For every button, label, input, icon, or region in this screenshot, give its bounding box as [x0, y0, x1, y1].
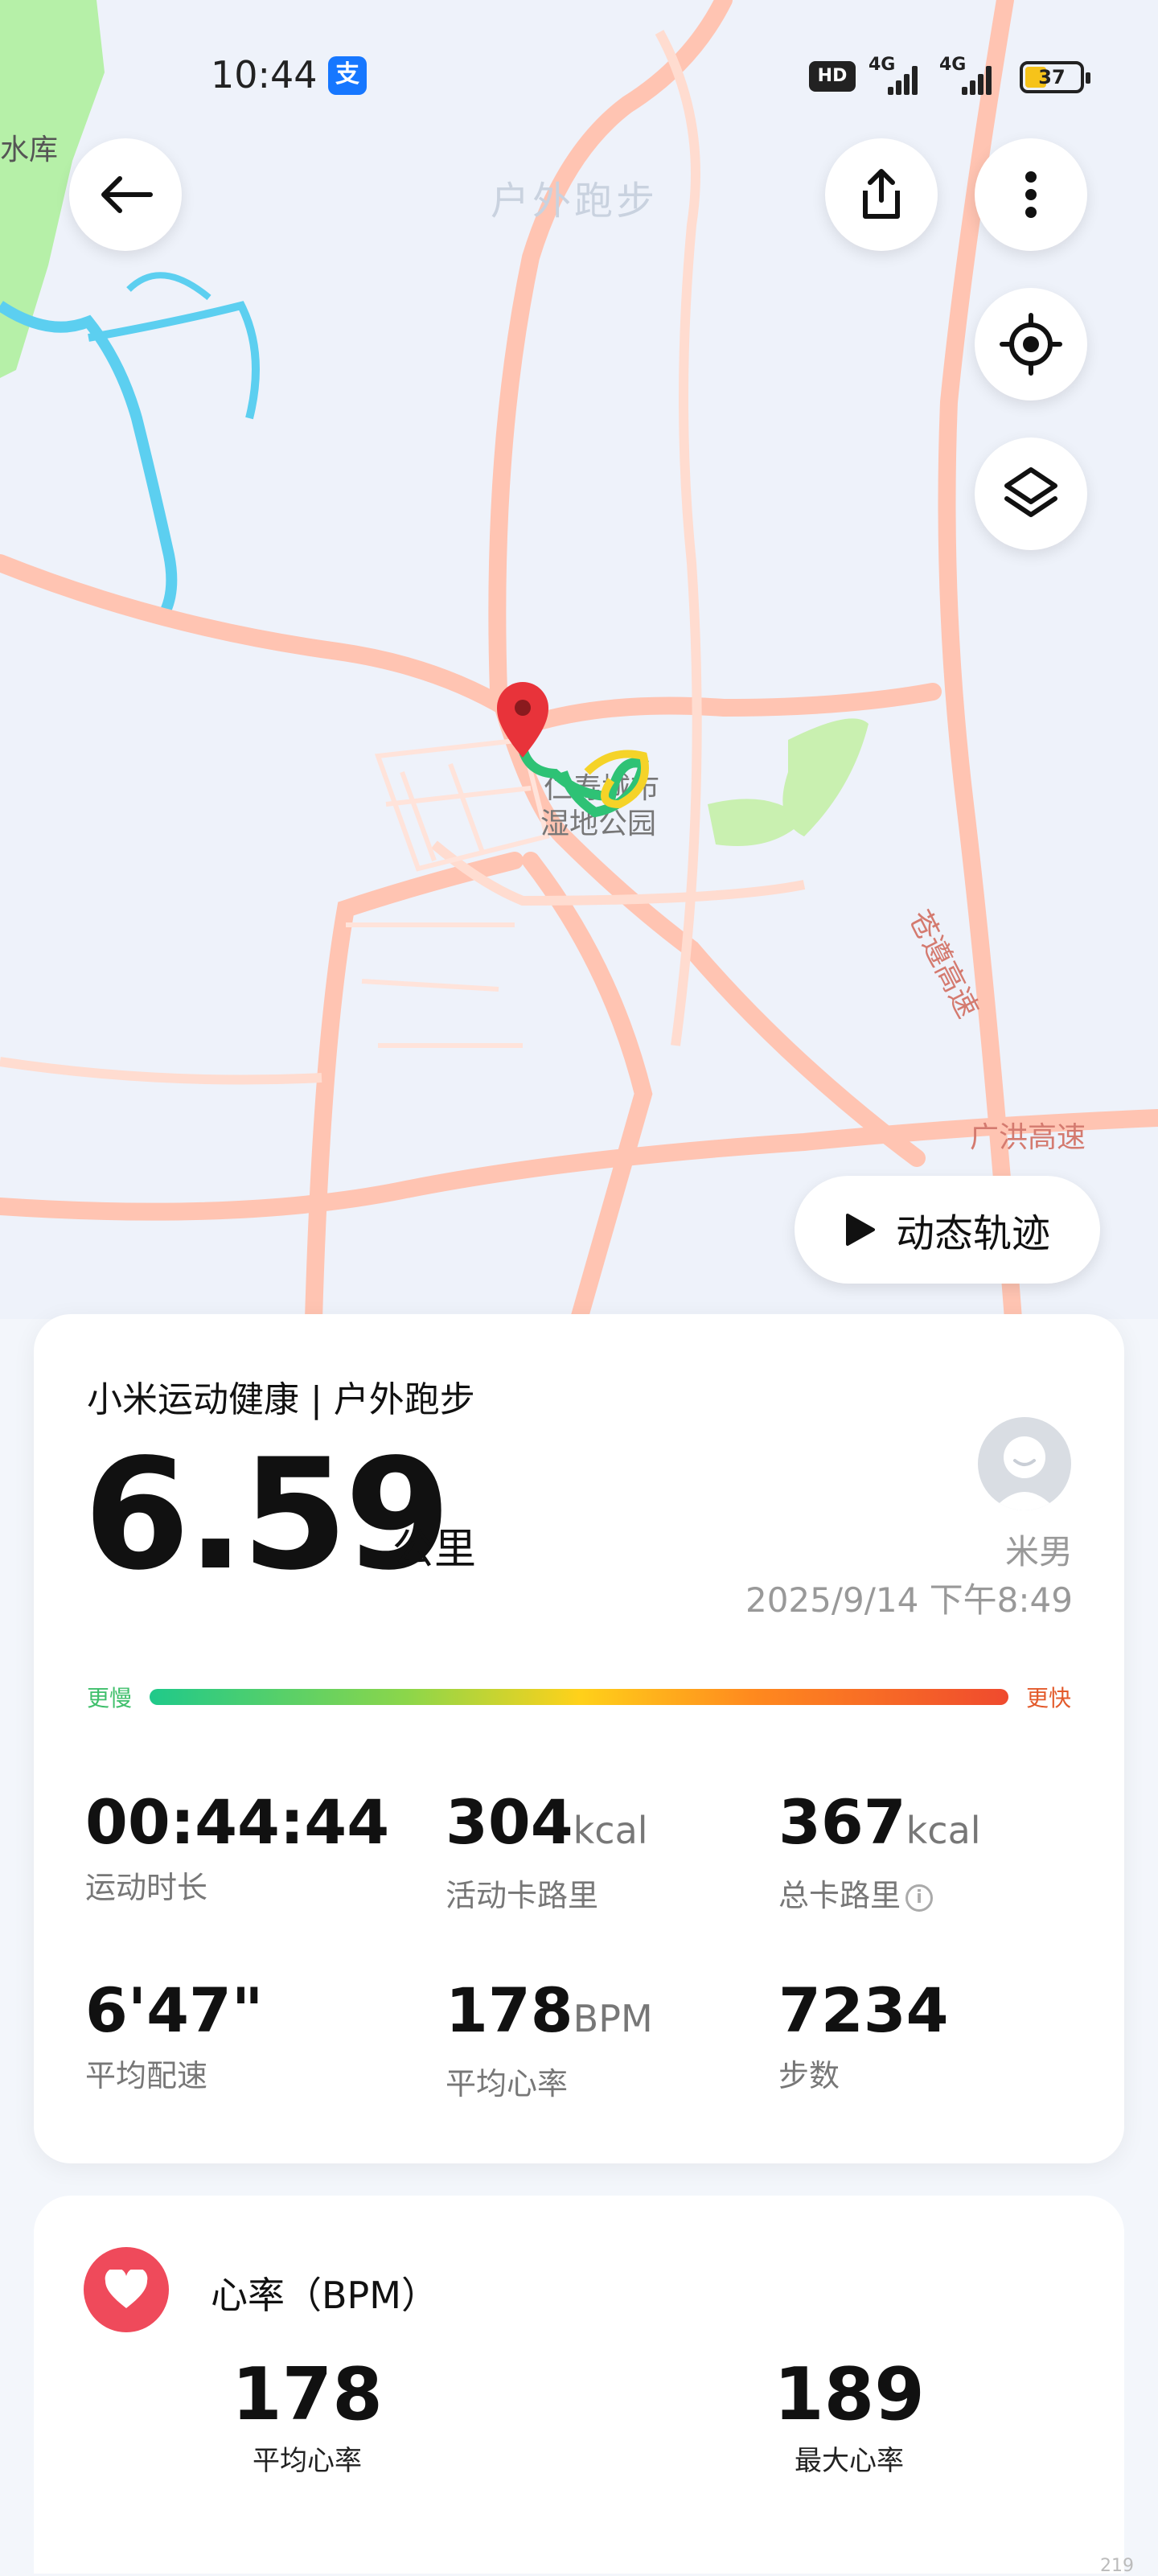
- status-bar: 10:44 支 HD 4G 4G 37: [0, 47, 1158, 111]
- layers-icon: [1004, 467, 1057, 517]
- user-name: 米男: [1004, 1532, 1073, 1571]
- map-layers-button[interactable]: [975, 438, 1087, 550]
- battery-icon: 37: [1020, 61, 1090, 93]
- stat-label: 平均配速: [85, 2058, 208, 2093]
- hr-max-label: 最大心率: [795, 2445, 904, 2477]
- stat-avg-heart-rate: 178BPM 平均心率: [446, 1977, 653, 2103]
- workout-summary-card: 小米运动健康 | 户外跑步 6.59 公里 米男 2025/9/14 下午8:4…: [34, 1314, 1124, 2163]
- stat-active-calories: 304kcal 活动卡路里: [446, 1789, 648, 1915]
- corner-number: 219: [1100, 2556, 1134, 2576]
- share-button[interactable]: [825, 138, 938, 251]
- hd-icon: HD: [809, 61, 856, 92]
- avatar[interactable]: [978, 1417, 1071, 1510]
- share-icon: [863, 169, 900, 219]
- pace-scale-faster-label: 更快: [1025, 1685, 1071, 1711]
- signal-2-icon: [962, 64, 999, 95]
- stat-label: 步数: [778, 2058, 840, 2093]
- user-avatar-icon: [992, 1436, 1057, 1510]
- stat-value: 00:44:44: [85, 1786, 390, 1858]
- more-vertical-icon: [1025, 171, 1037, 218]
- pace-gradient-bar: [150, 1689, 1008, 1705]
- stat-value: 304: [446, 1786, 573, 1858]
- stat-label: 运动时长: [85, 1870, 208, 1905]
- hr-average-value: 178: [232, 2352, 383, 2437]
- hr-average-label: 平均心率: [253, 2445, 362, 2477]
- pace-scale-slower-label: 更慢: [87, 1685, 133, 1711]
- stat-duration: 00:44:44 运动时长: [85, 1789, 389, 1907]
- stat-value: 367: [778, 1786, 906, 1858]
- locate-icon: [1000, 313, 1062, 376]
- dynamic-track-label: 动态轨迹: [895, 1211, 1050, 1256]
- arrow-left-icon: [101, 176, 153, 213]
- stat-unit: BPM: [573, 1997, 653, 2040]
- workout-title: 小米运动健康 | 户外跑步: [87, 1379, 475, 1420]
- info-icon[interactable]: i: [905, 1884, 934, 1912]
- stat-total-calories: 367kcal 总卡路里 i: [778, 1789, 981, 1915]
- back-button[interactable]: [69, 138, 182, 251]
- heart-icon-badge: [84, 2247, 169, 2332]
- stat-value: 6'47": [85, 1974, 264, 2046]
- heart-rate-title: 心率（BPM）: [211, 2274, 438, 2317]
- workout-datetime: 2025/9/14 下午8:49: [745, 1580, 1073, 1620]
- hr-max-value: 189: [774, 2352, 925, 2437]
- stat-value: 178: [446, 1974, 573, 2046]
- stat-label: 活动卡路里: [446, 1878, 599, 1913]
- distance-unit: 公里: [392, 1526, 477, 1574]
- stat-avg-pace: 6'47" 平均配速: [85, 1977, 264, 2095]
- alipay-icon: 支: [328, 56, 367, 95]
- signal-1-icon: [888, 64, 925, 95]
- reservoir-label: 水库: [0, 133, 58, 166]
- stat-value: 7234: [778, 1974, 949, 2046]
- heart-icon: [105, 2270, 148, 2308]
- stat-label: 总卡路里: [778, 1878, 901, 1913]
- hr-max: 189 最大心率: [729, 2355, 970, 2478]
- hr-average: 178 平均心率: [187, 2355, 428, 2478]
- more-options-button[interactable]: [975, 138, 1087, 251]
- map-watermark-title: 户外跑步: [491, 179, 659, 224]
- battery-level: 37: [1038, 66, 1066, 88]
- stat-label: 平均心率: [446, 2066, 569, 2101]
- play-icon: [845, 1214, 875, 1246]
- highway-horizontal-label: 广洪高速: [970, 1120, 1086, 1153]
- locate-button[interactable]: [975, 288, 1087, 401]
- heart-rate-card[interactable]: 心率（BPM） 178 平均心率 189 最大心率: [34, 2196, 1124, 2574]
- stat-unit: kcal: [573, 1809, 648, 1852]
- stat-steps: 7234 步数: [778, 1977, 949, 2095]
- stat-unit: kcal: [905, 1809, 981, 1852]
- clock: 10:44: [211, 53, 318, 97]
- dynamic-track-button[interactable]: 动态轨迹: [795, 1176, 1100, 1284]
